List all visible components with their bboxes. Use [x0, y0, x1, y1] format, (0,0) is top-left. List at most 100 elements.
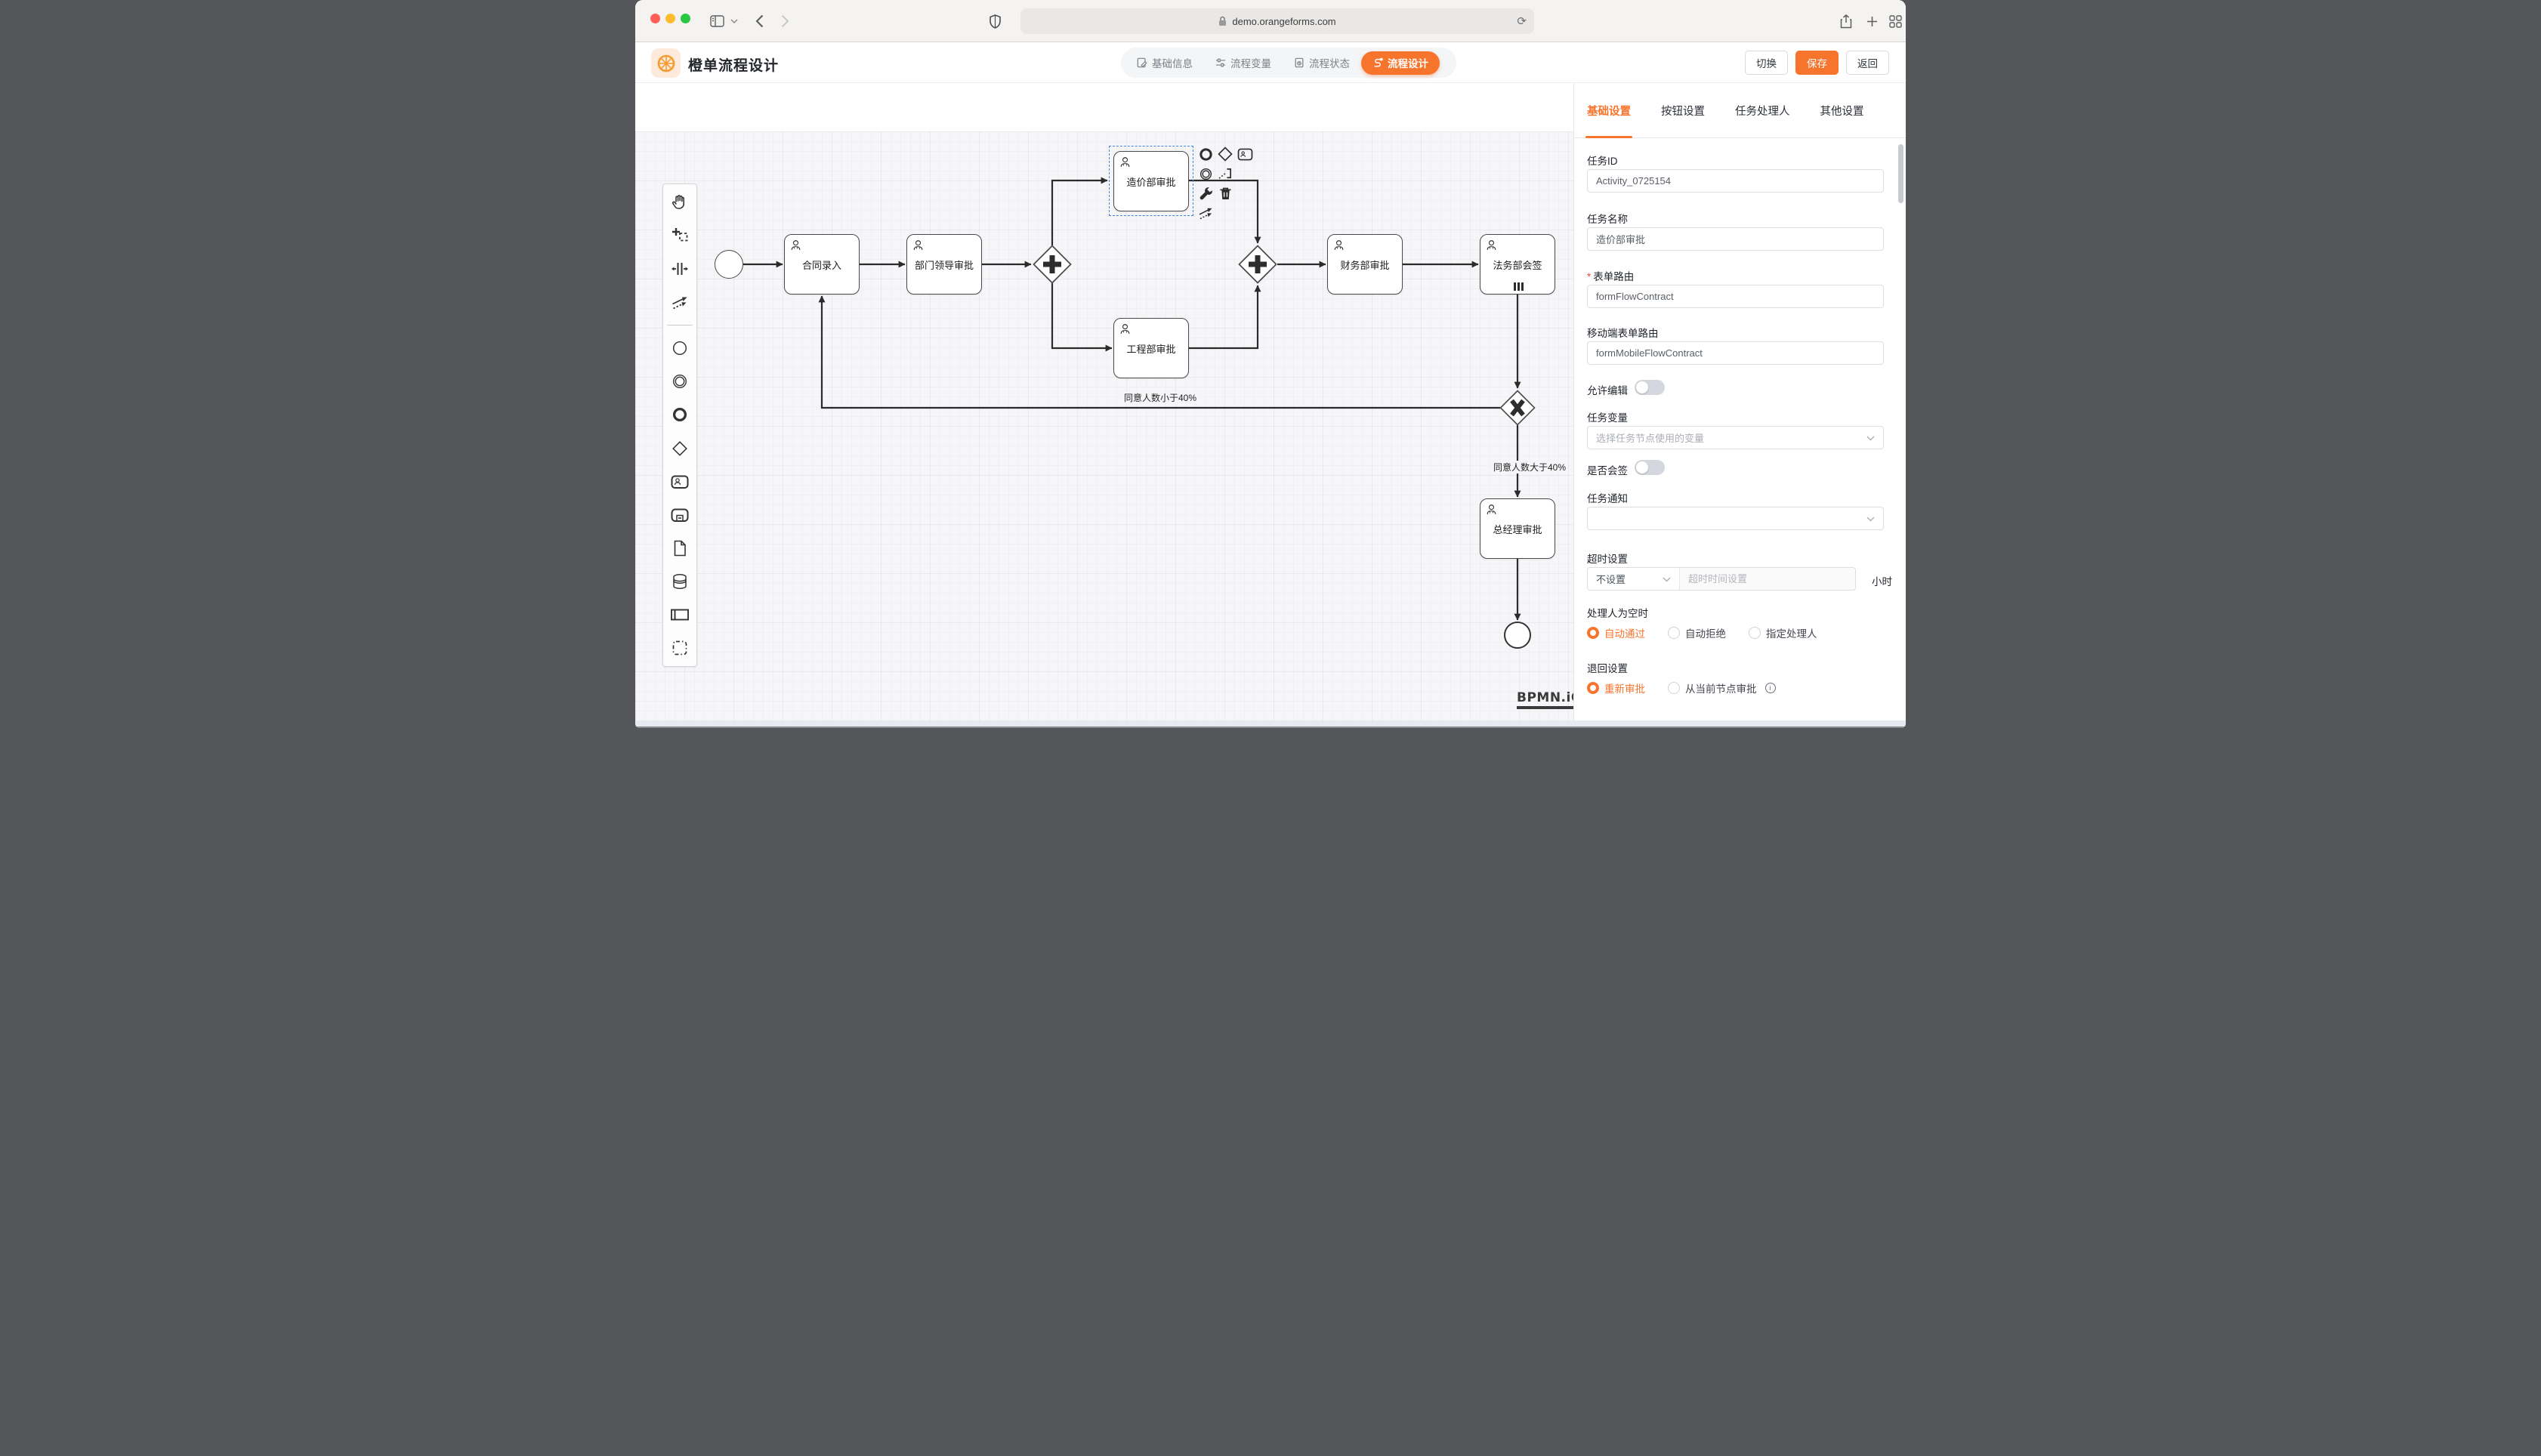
append-gateway-icon[interactable] [1217, 146, 1233, 162]
start-event[interactable] [715, 250, 743, 279]
tab-other-settings[interactable]: 其他设置 [1820, 83, 1864, 138]
return-setting-options: 重新审批 从当前节点审批i [1587, 680, 1776, 696]
sidebar-toggle-icon[interactable] [706, 11, 727, 32]
fullscreen-window-button[interactable] [681, 14, 690, 23]
connect-tool-icon[interactable] [1197, 205, 1214, 221]
create-intermediate-event[interactable] [669, 371, 690, 392]
countersign-toggle[interactable] [1635, 460, 1665, 475]
create-group[interactable] [669, 637, 690, 659]
close-window-button[interactable] [650, 14, 660, 23]
user-icon [1485, 503, 1498, 516]
selection-outline [1109, 146, 1193, 216]
browser-toolbar: demo.orangeforms.com ⟳ [635, 0, 1906, 42]
timeout-mode-select[interactable]: 不设置 [1588, 568, 1680, 590]
user-icon [1119, 322, 1132, 335]
space-tool[interactable] [669, 258, 690, 279]
allow-edit-toggle[interactable] [1635, 380, 1665, 395]
radio-from-current-node[interactable]: 从当前节点审批i [1668, 680, 1776, 696]
flow-label-gt40[interactable]: 同意人数大于40% [1491, 461, 1568, 474]
timeout-label: 超时设置 [1587, 551, 1628, 566]
task-notify-select[interactable] [1587, 507, 1884, 530]
create-gateway[interactable] [669, 438, 690, 459]
create-subprocess[interactable] [669, 504, 690, 526]
task-variable-select[interactable]: 选择任务节点使用的变量 [1587, 426, 1884, 449]
append-end-event-icon[interactable] [1197, 146, 1214, 162]
canvas-horizontal-scrollbar[interactable] [635, 720, 1906, 726]
shield-icon[interactable] [984, 11, 1005, 32]
append-task-icon[interactable] [1237, 146, 1253, 162]
create-participant[interactable] [669, 604, 690, 625]
bpmn-io-logo[interactable]: BPMN.iO [1517, 690, 1573, 709]
task-name-input[interactable] [1587, 227, 1884, 251]
task-legal-dept-countersign[interactable]: 法务部会签 [1480, 234, 1555, 295]
task-general-manager-approval[interactable]: 总经理审批 [1480, 498, 1555, 559]
url-text: demo.orangeforms.com [1232, 16, 1335, 27]
radio-auto-reject[interactable]: 自动拒绝 [1668, 625, 1726, 640]
tab-overview-icon[interactable] [1885, 11, 1906, 32]
task-contract-entry[interactable]: 合同录入 [784, 234, 860, 295]
chevron-down-icon[interactable] [727, 11, 741, 32]
trash-icon[interactable] [1217, 185, 1233, 202]
window-bottom-edge [635, 726, 1906, 728]
reload-icon[interactable]: ⟳ [1517, 14, 1527, 28]
task-label: 法务部会签 [1493, 258, 1542, 272]
parallel-gateway-split[interactable] [1033, 245, 1072, 288]
task-finance-dept-approval[interactable]: 财务部审批 [1327, 234, 1403, 295]
radio-assign-handler[interactable]: 指定处理人 [1749, 625, 1817, 640]
append-text-annotation-icon[interactable] [1217, 165, 1233, 182]
hand-tool[interactable] [669, 192, 690, 213]
chevron-down-icon [1663, 573, 1671, 585]
tab-button-settings[interactable]: 按钮设置 [1661, 83, 1705, 138]
wrench-icon[interactable] [1197, 185, 1214, 202]
radio-re-approve[interactable]: 重新审批 [1587, 680, 1645, 696]
lock-icon [1218, 16, 1227, 26]
append-intermediate-event-icon[interactable] [1197, 165, 1214, 182]
new-tab-icon[interactable] [1861, 11, 1882, 32]
mobile-form-route-input[interactable] [1587, 341, 1884, 365]
lasso-tool[interactable] [669, 225, 690, 246]
exclusive-gateway[interactable] [1499, 390, 1536, 430]
tab-process-variables[interactable]: 流程变量 [1204, 48, 1283, 78]
task-label: 部门领导审批 [915, 258, 974, 272]
create-user-task[interactable] [669, 471, 690, 492]
back-icon[interactable] [749, 11, 770, 32]
tab-process-design[interactable]: 流程设计 [1361, 51, 1440, 75]
radio-icon [1587, 682, 1599, 694]
radio-icon [1587, 627, 1599, 639]
create-data-object[interactable] [669, 538, 690, 559]
share-icon[interactable] [1836, 11, 1857, 32]
task-dept-leader-approval[interactable]: 部门领导审批 [906, 234, 982, 295]
app-logo [651, 48, 681, 78]
create-end-event[interactable] [669, 404, 690, 425]
tab-task-assignee[interactable]: 任务处理人 [1735, 83, 1790, 138]
sliders-icon [1215, 57, 1226, 68]
timeout-hours-input[interactable] [1680, 568, 1855, 590]
browser-window: demo.orangeforms.com ⟳ 橙单流程设计 基础信息 [635, 0, 1906, 728]
end-event[interactable] [1504, 622, 1531, 649]
minimize-window-button[interactable] [665, 14, 675, 23]
create-data-store[interactable] [669, 571, 690, 592]
panel-scrollbar[interactable] [1898, 144, 1903, 203]
create-start-event[interactable] [669, 338, 690, 359]
save-button[interactable]: 保存 [1795, 51, 1839, 75]
task-label: 总经理审批 [1493, 522, 1542, 536]
tab-process-status[interactable]: 流程状态 [1283, 48, 1361, 78]
tab-basic-settings[interactable]: 基础设置 [1587, 83, 1631, 138]
form-route-input[interactable] [1587, 285, 1884, 308]
radio-auto-approve[interactable]: 自动通过 [1587, 625, 1645, 640]
back-button[interactable]: 返回 [1846, 51, 1889, 75]
parallel-gateway-join[interactable] [1238, 245, 1277, 288]
tab-basic-info[interactable]: 基础信息 [1125, 48, 1204, 78]
user-icon [1332, 239, 1345, 251]
flow-label-lt40[interactable]: 同意人数小于40% [1122, 391, 1199, 404]
switch-button[interactable]: 切换 [1745, 51, 1788, 75]
task-id-input[interactable] [1587, 169, 1884, 193]
global-connect-tool[interactable] [669, 292, 690, 313]
bpmn-canvas[interactable]: 合同录入 部门领导审批 造价部审批 工程部审批 财务部审批 法务部会签 总经理审… [635, 131, 1573, 720]
task-engineering-dept-approval[interactable]: 工程部审批 [1113, 318, 1189, 378]
address-bar[interactable]: demo.orangeforms.com ⟳ [1020, 8, 1534, 34]
forward-icon[interactable] [774, 11, 795, 32]
info-icon[interactable]: i [1765, 683, 1776, 693]
process-nav-tabs: 基础信息 流程变量 流程状态 流程设计 [1121, 48, 1456, 78]
sequence-flows [635, 131, 1573, 720]
